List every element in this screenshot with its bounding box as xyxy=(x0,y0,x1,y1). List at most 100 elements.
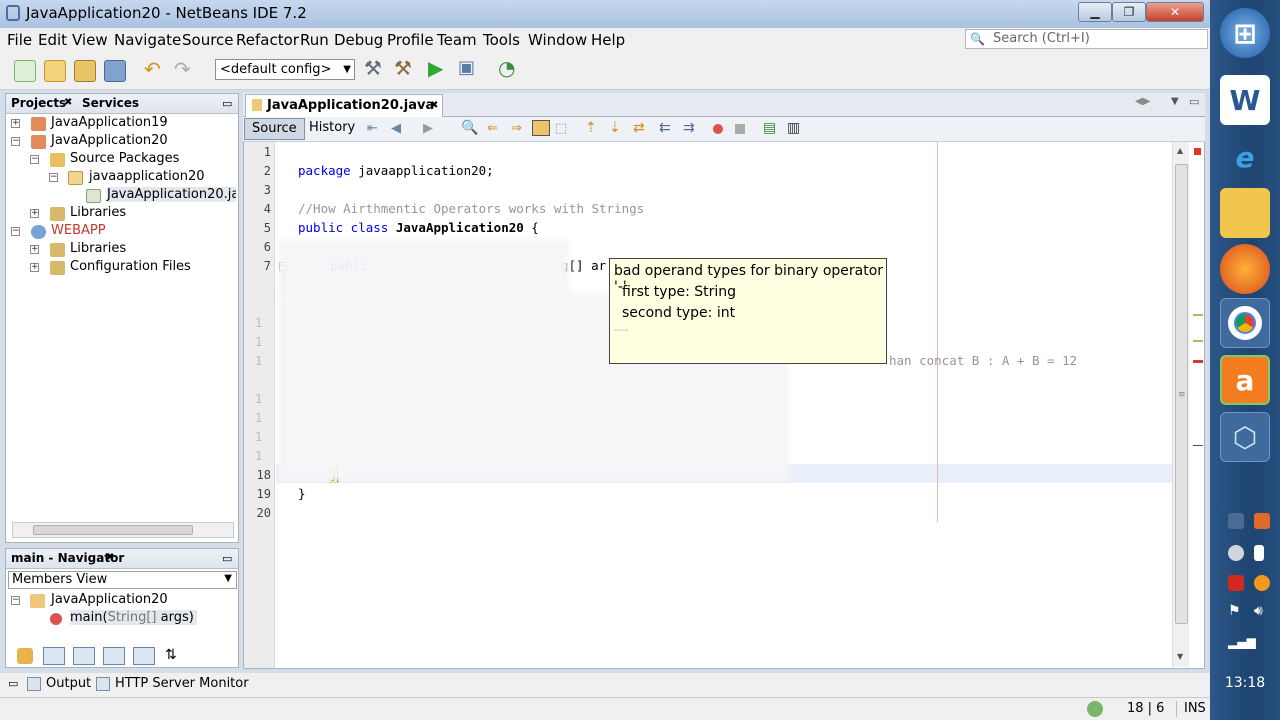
undo-icon[interactable]: ↶ xyxy=(144,57,166,81)
scroll-up-icon[interactable]: ▲ xyxy=(1177,146,1183,155)
clean-build-icon[interactable]: ⚒ xyxy=(394,56,416,80)
menu-source[interactable]: Source xyxy=(182,31,234,49)
file-explorer-icon[interactable] xyxy=(1220,188,1270,238)
toggle-rect-select-icon[interactable]: ⬚ xyxy=(555,121,567,136)
word-icon[interactable]: W xyxy=(1220,75,1270,125)
tree-item-libraries[interactable]: + Libraries xyxy=(30,205,235,223)
scrollbar-thumb[interactable] xyxy=(33,525,193,535)
filter-nonpublic-icon[interactable] xyxy=(103,647,125,665)
scroll-tabs-icon[interactable]: ◀▶ xyxy=(1135,96,1150,107)
uncomment-icon[interactable]: ▥ xyxy=(787,120,800,136)
tree-item-source-packages[interactable]: − Source Packages xyxy=(30,151,235,169)
chrome-icon[interactable] xyxy=(1220,298,1270,348)
find-previous-icon[interactable]: ⇐ xyxy=(487,121,498,136)
stop-macro-icon[interactable] xyxy=(735,124,745,134)
menu-profile[interactable]: Profile xyxy=(387,31,434,49)
show-opened-documents-icon[interactable]: ▼ xyxy=(1171,96,1179,107)
expand-icon[interactable]: + xyxy=(30,263,39,272)
filter-fields-icon[interactable] xyxy=(43,647,65,665)
menu-navigate[interactable]: Navigate xyxy=(114,31,181,49)
nav-item-class[interactable]: − JavaApplication20 xyxy=(11,592,231,610)
back-icon[interactable]: ◀ xyxy=(391,121,401,136)
config-dropdown[interactable]: <default config> ▼ xyxy=(215,59,355,80)
adobe-icon[interactable] xyxy=(1228,575,1244,591)
open-project-icon[interactable] xyxy=(74,60,96,82)
find-next-icon[interactable]: ⇒ xyxy=(511,121,522,136)
collapse-icon[interactable]: − xyxy=(11,137,20,146)
firefox-icon[interactable] xyxy=(1220,244,1270,294)
code-editor[interactable]: 1 2 3 4 5 6 7 1 1 1 1 1 1 1 18 19 20 − p… xyxy=(243,142,1205,669)
sort-name-icon[interactable] xyxy=(133,647,155,665)
network-signal-icon[interactable]: ▂▄▆ xyxy=(1228,635,1256,649)
run-icon[interactable]: ▶ xyxy=(428,56,450,80)
update-icon[interactable] xyxy=(1087,701,1103,717)
scroll-down-icon[interactable]: ▼ xyxy=(1177,652,1183,661)
restore-group-icon[interactable]: ▭ xyxy=(8,677,18,690)
forward-icon[interactable]: ▶ xyxy=(423,121,433,136)
find-icon[interactable]: 🔍 xyxy=(461,120,478,136)
filter-inherited-icon[interactable] xyxy=(17,648,33,664)
expand-icon[interactable]: + xyxy=(11,119,20,128)
menu-help[interactable]: Help xyxy=(591,31,625,49)
close-icon[interactable]: ✖ xyxy=(430,100,438,111)
http-server-monitor-button[interactable]: HTTP Server Monitor xyxy=(115,676,249,691)
vertical-scrollbar[interactable]: ▲ ≡ ▼ xyxy=(1172,142,1189,667)
scrollbar-thumb[interactable]: ≡ xyxy=(1175,164,1188,624)
nav-item-main-method[interactable]: main(String[] args) xyxy=(50,610,230,628)
virtualbox-icon[interactable]: ⬡ xyxy=(1220,412,1270,462)
battery-icon[interactable] xyxy=(1254,545,1264,561)
collapse-icon[interactable]: − xyxy=(11,596,20,605)
maximize-window-icon[interactable]: ▭ xyxy=(1189,95,1199,108)
expand-icon[interactable]: + xyxy=(30,209,39,218)
collapse-icon[interactable]: − xyxy=(49,173,58,182)
menu-edit[interactable]: Edit xyxy=(38,31,67,49)
minimize-button[interactable]: ▁ xyxy=(1078,2,1112,22)
last-edit-icon[interactable]: ⇤ xyxy=(367,121,378,136)
redo-icon[interactable]: ↷ xyxy=(174,57,196,81)
new-project-icon[interactable] xyxy=(44,60,66,82)
close-icon[interactable]: ✖ xyxy=(64,97,72,108)
start-macro-icon[interactable] xyxy=(713,124,723,134)
search-input[interactable]: 🔍 Search (Ctrl+I) xyxy=(965,29,1208,49)
members-view-dropdown[interactable]: Members View ▼ xyxy=(8,571,237,589)
avast-tray-icon[interactable] xyxy=(1254,575,1270,591)
toggle-bookmark-icon[interactable]: ⇄ xyxy=(633,120,645,136)
save-all-icon[interactable] xyxy=(104,60,126,82)
error-marker-icon[interactable] xyxy=(1194,148,1201,155)
flag-icon[interactable]: ⚑ xyxy=(1228,603,1241,619)
comment-icon[interactable]: ▤ xyxy=(763,120,776,136)
warning-mark[interactable] xyxy=(1193,314,1203,316)
collapse-icon[interactable]: − xyxy=(11,227,20,236)
close-icon[interactable]: ✖ xyxy=(106,552,114,563)
tab-source[interactable]: Source xyxy=(244,118,305,140)
close-button[interactable]: ✕ xyxy=(1146,2,1204,22)
menu-window[interactable]: Window xyxy=(528,31,587,49)
debug-icon[interactable]: ▣ xyxy=(458,57,480,79)
tree-item-java-file[interactable]: JavaApplication20.java xyxy=(86,187,236,205)
filter-static-icon[interactable] xyxy=(73,647,95,665)
menu-tools[interactable]: Tools xyxy=(483,31,520,49)
file-tab-javaapplication20[interactable]: JavaApplication20.java ✖ xyxy=(245,94,443,117)
menu-file[interactable]: File xyxy=(7,31,32,49)
tab-history[interactable]: History xyxy=(302,118,362,140)
menu-view[interactable]: View xyxy=(72,31,108,49)
java-update-icon[interactable] xyxy=(1254,513,1270,529)
minimize-panel-icon[interactable]: ▭ xyxy=(222,552,232,565)
expand-icon[interactable]: + xyxy=(30,245,39,254)
profile-icon[interactable]: ◔ xyxy=(498,56,520,80)
prev-bookmark-icon[interactable]: ⇡ xyxy=(585,120,597,136)
toggle-highlight-icon[interactable] xyxy=(532,120,550,136)
tree-item-webapp-libraries[interactable]: + Libraries xyxy=(30,241,235,259)
tree-item-package[interactable]: − javaapplication20 xyxy=(49,169,235,187)
warning-mark[interactable] xyxy=(1193,340,1203,342)
new-file-icon[interactable] xyxy=(14,60,36,82)
tree-item-config-files[interactable]: + Configuration Files xyxy=(30,259,235,277)
minimize-panel-icon[interactable]: ▭ xyxy=(222,97,232,110)
webcam-icon[interactable] xyxy=(1228,545,1244,561)
taskbar-clock[interactable]: 13:18 xyxy=(1210,675,1280,691)
microphone-icon[interactable] xyxy=(1228,513,1244,529)
output-window-button[interactable]: Output xyxy=(46,676,91,691)
tab-projects[interactable]: Projects xyxy=(11,96,66,110)
tab-services[interactable]: Services xyxy=(82,96,139,110)
shift-right-icon[interactable]: ⇉ xyxy=(683,120,695,136)
